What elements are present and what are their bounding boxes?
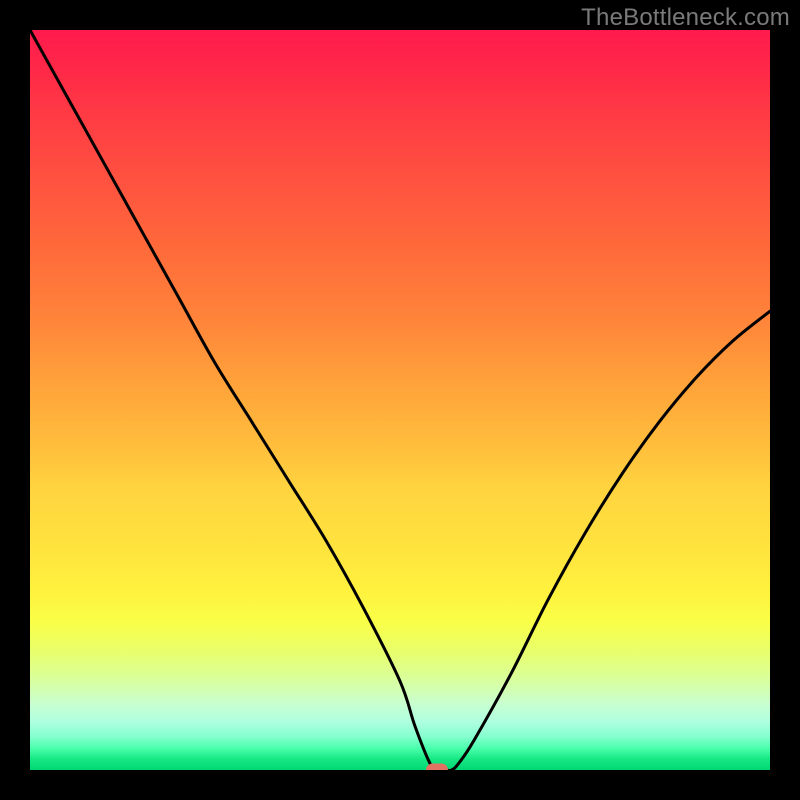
plot-area bbox=[30, 30, 770, 770]
chart-frame: TheBottleneck.com bbox=[0, 0, 800, 800]
bottleneck-curve bbox=[30, 30, 770, 770]
watermark-text: TheBottleneck.com bbox=[581, 4, 790, 32]
optimal-point-marker bbox=[426, 764, 448, 771]
curve-path bbox=[30, 30, 770, 770]
